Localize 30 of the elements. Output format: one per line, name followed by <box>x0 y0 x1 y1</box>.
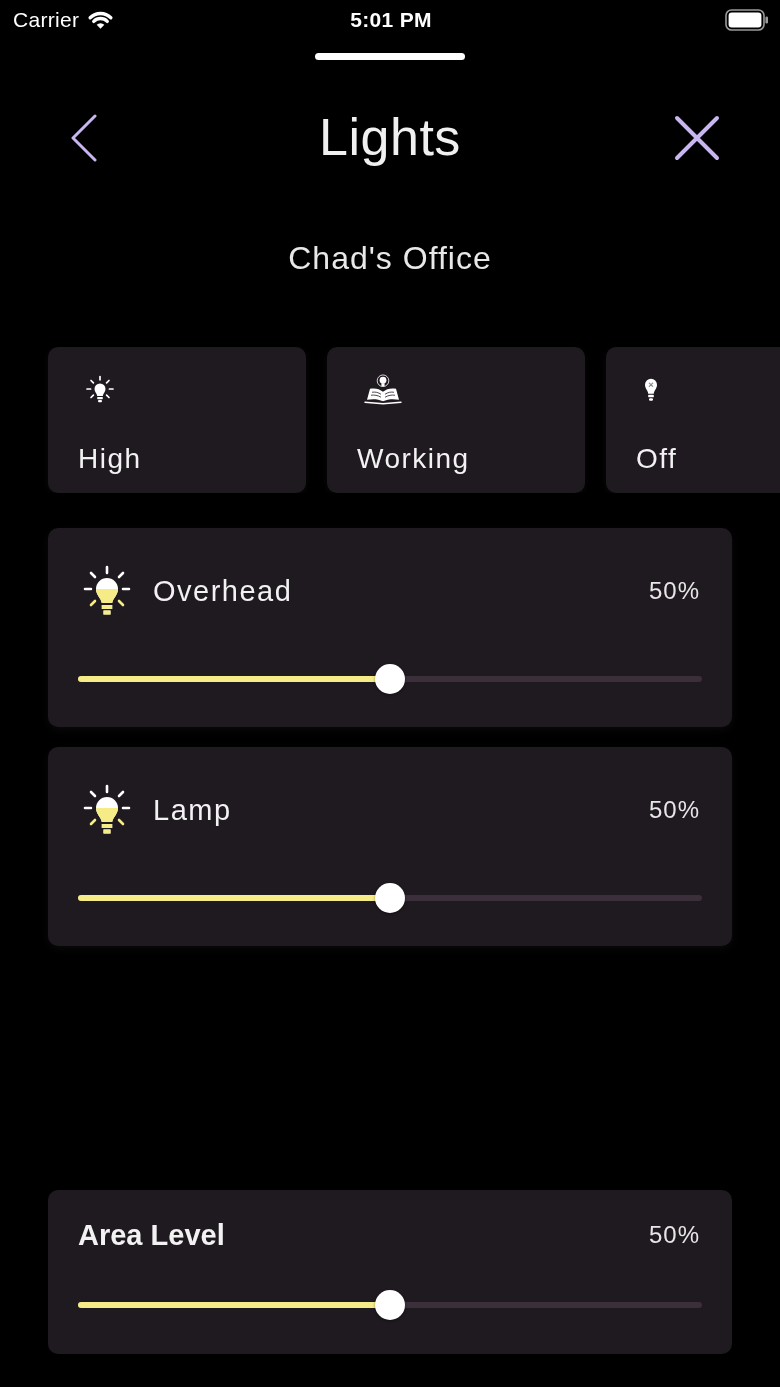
lightbulb-icon <box>82 564 132 617</box>
scene-button[interactable]: Off <box>606 347 780 493</box>
book-lightbulb-icon <box>364 373 402 405</box>
light-name: Overhead <box>153 573 293 608</box>
lightbulb-icon <box>643 376 659 402</box>
lightbulb-rays-icon <box>85 374 115 404</box>
level-reading: 50% <box>648 794 700 825</box>
wifi-icon <box>87 10 115 30</box>
close-button[interactable] <box>674 114 720 161</box>
level-reading: 50% <box>648 1220 700 1250</box>
level-slider[interactable] <box>78 1290 702 1320</box>
scene-button[interactable]: High <box>48 347 306 493</box>
chevron-left-icon <box>70 113 98 162</box>
level-reading: 50% <box>648 575 700 606</box>
back-button[interactable] <box>70 113 98 162</box>
room-name: Chad's Office <box>288 239 492 278</box>
scene-button[interactable]: Working <box>327 347 585 493</box>
level-slider[interactable] <box>78 664 702 694</box>
slider-thumb[interactable] <box>375 1290 405 1320</box>
battery-icon <box>725 9 769 31</box>
close-icon <box>674 114 720 161</box>
carrier-label: Carrier <box>13 8 80 32</box>
area-level-title: Area Level <box>78 1218 225 1252</box>
lightbulb-icon <box>82 783 132 836</box>
light-name: Lamp <box>153 792 232 827</box>
status-time: 5:01 PM <box>350 8 432 32</box>
slider-thumb[interactable] <box>375 664 405 694</box>
page-title: Lights <box>319 107 461 168</box>
level-slider[interactable] <box>78 883 702 913</box>
slider-thumb[interactable] <box>375 883 405 913</box>
